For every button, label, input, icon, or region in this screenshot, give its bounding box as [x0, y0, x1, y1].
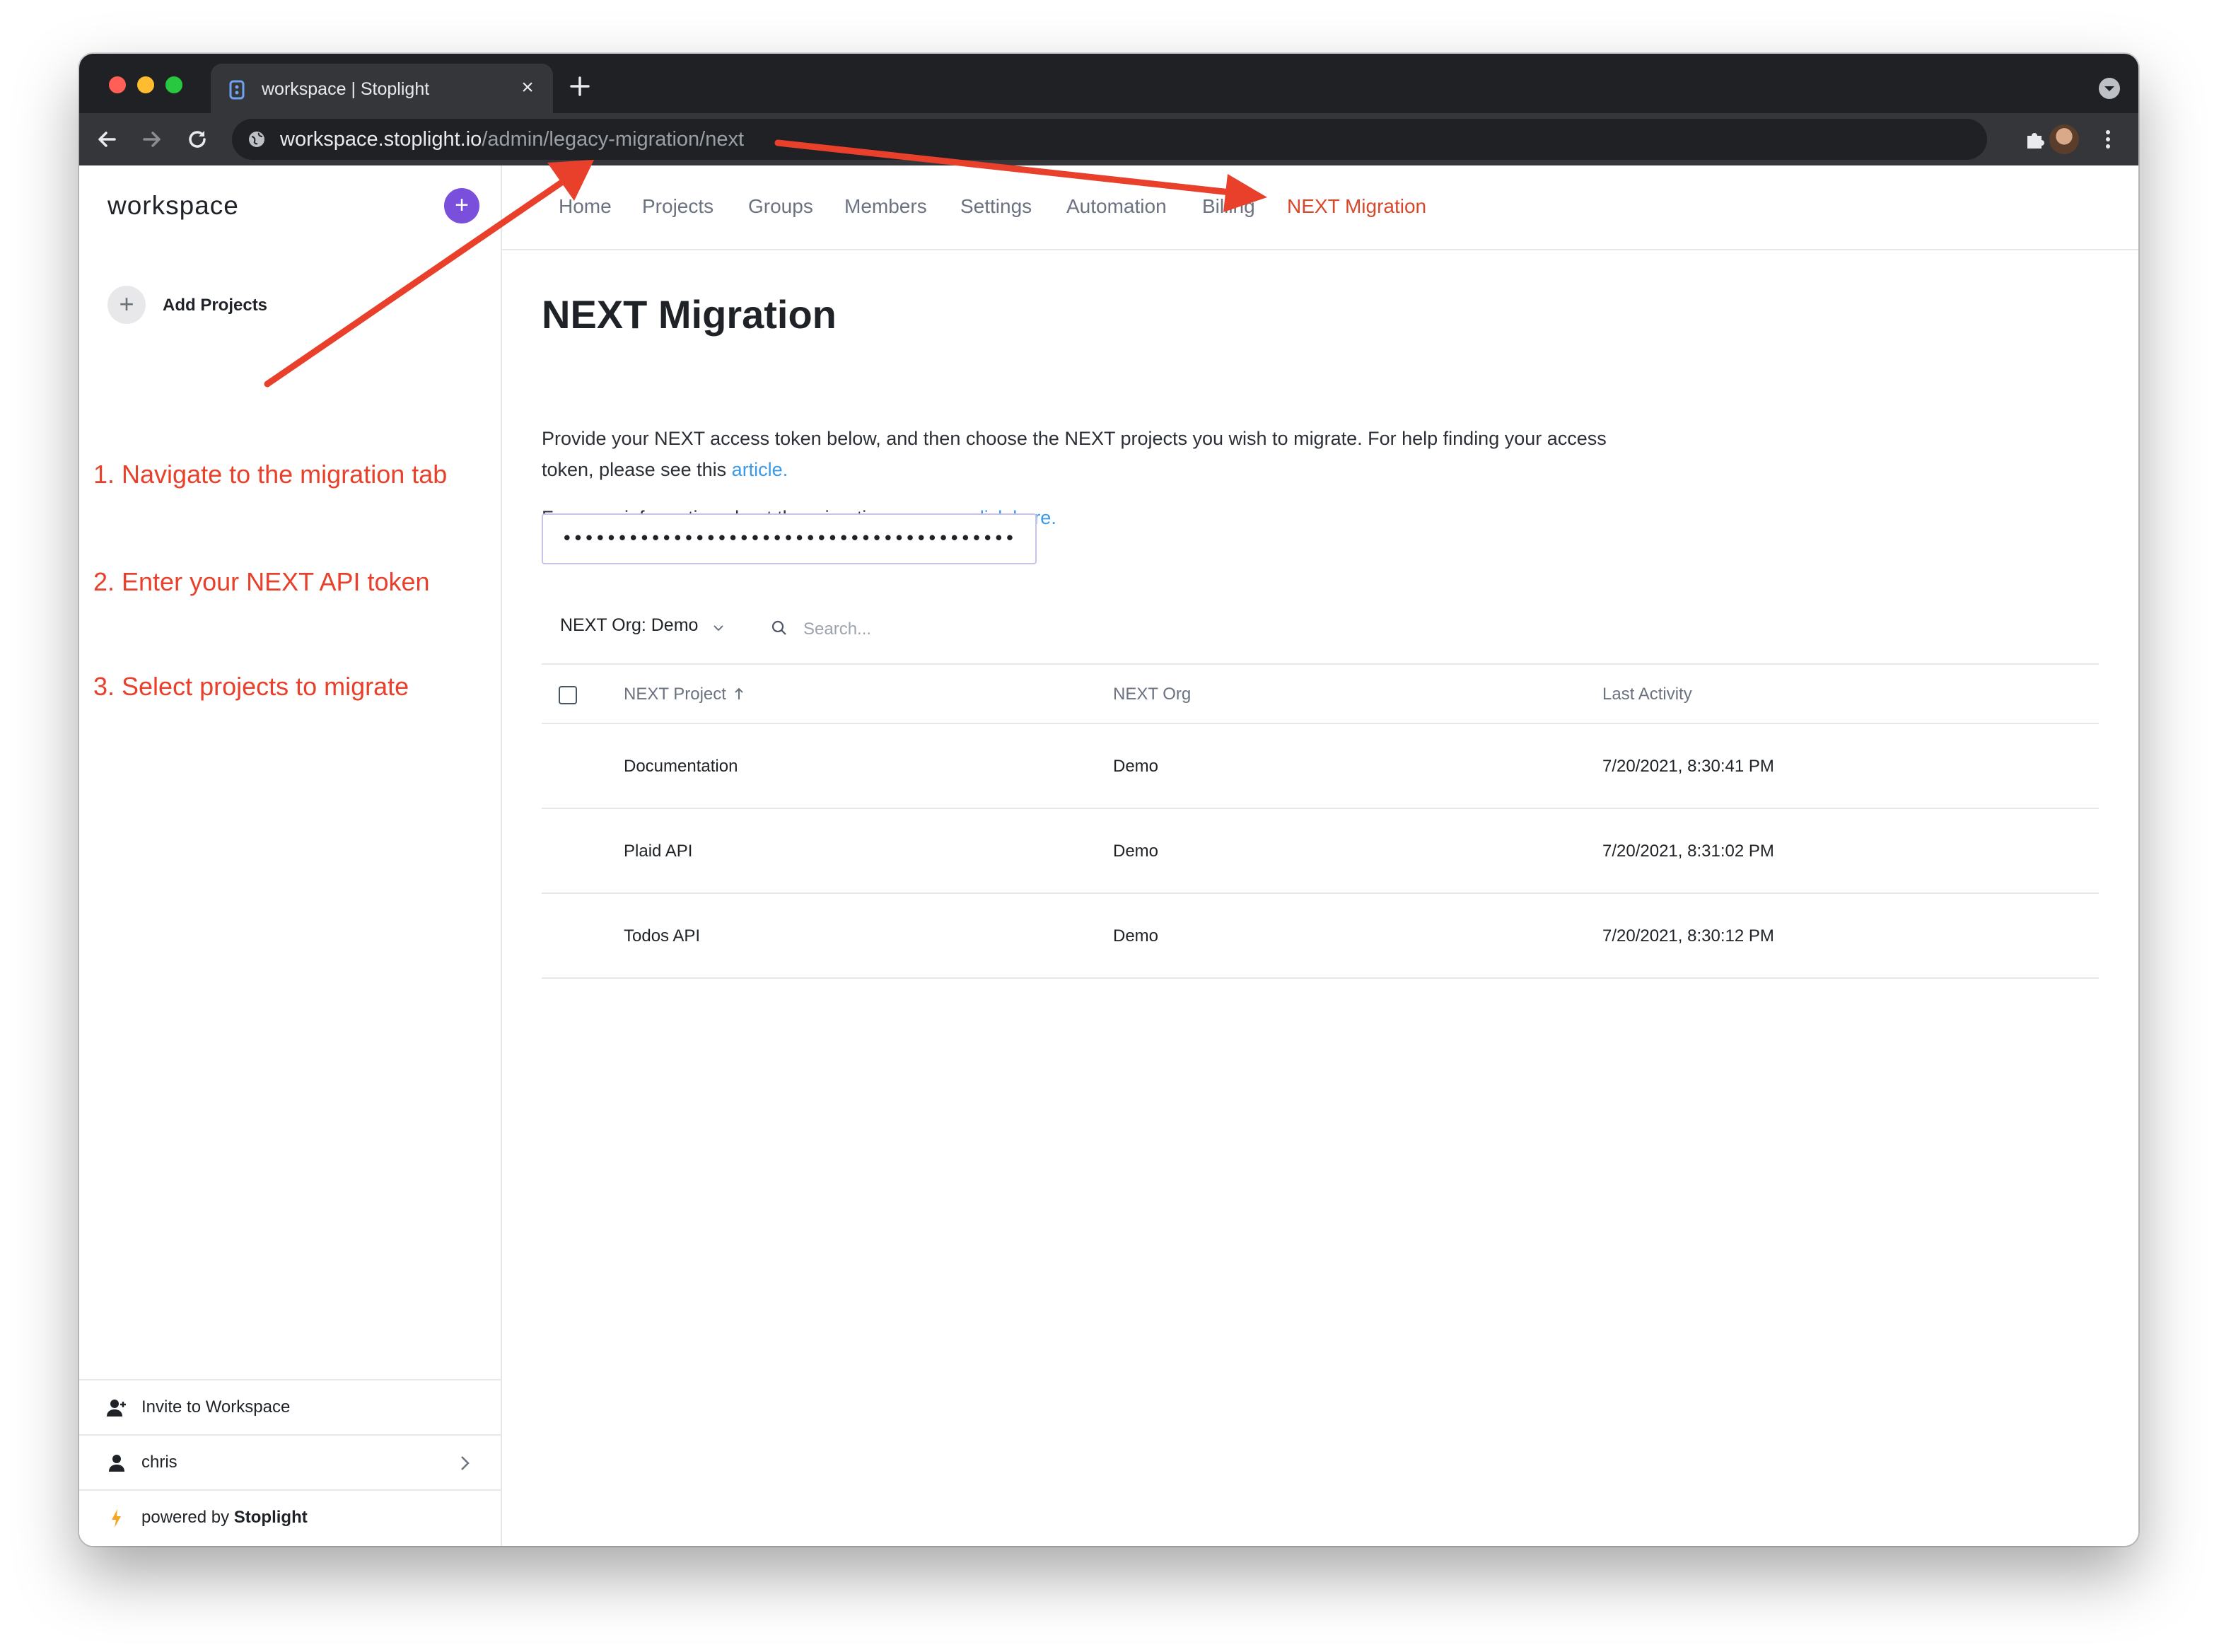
chevron-down-icon [714, 625, 723, 632]
url-path: /admin/legacy-migration/next [482, 128, 745, 151]
select-all-checkbox[interactable] [559, 686, 577, 704]
annotation-step-1: 1. Navigate to the migration tab [93, 460, 448, 489]
search-icon [771, 620, 786, 635]
table-header-row: NEXT Project NEXT Org Last Activity [542, 663, 2099, 724]
project-org: Demo [1113, 926, 1159, 946]
user-menu-button[interactable]: chris [79, 1434, 501, 1489]
project-last-activity: 7/20/2021, 8:30:41 PM [1602, 757, 1774, 776]
browser-window: workspace | Stoplight × workspace.stopli… [79, 54, 2138, 1546]
org-filter-label: NEXT Org: Demo [560, 615, 699, 635]
tab-settings[interactable]: Settings [960, 195, 1032, 218]
workspace-name: workspace [107, 191, 239, 220]
tab-close-icon[interactable]: × [515, 75, 540, 100]
invite-to-workspace-button[interactable]: Invite to Workspace [79, 1379, 501, 1434]
project-search[interactable] [771, 615, 1054, 644]
tab-search-chevron-icon[interactable] [2099, 78, 2120, 99]
powered-by-text: powered by Stoplight [141, 1508, 308, 1528]
project-name: Documentation [624, 757, 738, 776]
intro-text: Provide your NEXT access token below, an… [542, 428, 1607, 480]
search-input[interactable] [803, 615, 1044, 644]
tab-groups[interactable]: Groups [748, 195, 813, 218]
url-text: workspace.stoplight.io/admin/legacy-migr… [280, 128, 744, 151]
api-token-input[interactable] [542, 513, 1037, 564]
reload-icon[interactable] [184, 126, 211, 153]
column-header-project[interactable]: NEXT Project [624, 685, 745, 704]
address-bar[interactable]: workspace.stoplight.io/admin/legacy-migr… [232, 119, 1987, 160]
tab-home[interactable]: Home [559, 195, 612, 218]
tab-automation[interactable]: Automation [1066, 195, 1167, 218]
browser-tab-strip: workspace | Stoplight × [79, 54, 2138, 113]
profile-avatar[interactable] [2049, 124, 2079, 154]
stoplight-favicon-icon [229, 80, 245, 100]
projects-table: NEXT Project NEXT Org Last Activity Docu… [542, 663, 2099, 979]
project-name: Todos API [624, 926, 701, 946]
browser-toolbar: workspace.stoplight.io/admin/legacy-migr… [79, 113, 2138, 165]
top-nav: Home Projects Groups Members Settings Au… [502, 165, 2138, 250]
minimize-window-button[interactable] [137, 76, 154, 93]
tab-next-migration[interactable]: NEXT Migration [1287, 195, 1426, 218]
project-org: Demo [1113, 842, 1159, 861]
column-header-last-activity[interactable]: Last Activity [1602, 685, 1692, 704]
sidebar: workspace + + Add Projects 1. Navigate t… [79, 165, 502, 1546]
tab-projects[interactable]: Projects [642, 195, 714, 218]
tab-members[interactable]: Members [844, 195, 927, 218]
tab-title: workspace | Stoplight [262, 79, 430, 99]
back-arrow-icon[interactable] [93, 126, 120, 153]
table-row[interactable]: Plaid API Demo 7/20/2021, 8:31:02 PM [542, 809, 2099, 894]
page-title: NEXT Migration [542, 292, 837, 337]
org-filter-dropdown[interactable]: NEXT Org: Demo [560, 615, 726, 644]
user-icon [109, 1455, 124, 1472]
powered-by-footer[interactable]: powered by Stoplight [79, 1489, 501, 1545]
add-button[interactable]: + [444, 188, 479, 223]
app-content: workspace + + Add Projects 1. Navigate t… [79, 165, 2138, 1546]
column-header-project-label: NEXT Project [624, 685, 726, 704]
tab-billing[interactable]: Billing [1202, 195, 1255, 218]
zoom-window-button[interactable] [165, 76, 182, 93]
table-row[interactable]: Todos API Demo 7/20/2021, 8:30:12 PM [542, 894, 2099, 979]
project-last-activity: 7/20/2021, 8:31:02 PM [1602, 842, 1774, 861]
globe-icon [249, 132, 264, 147]
project-org: Demo [1113, 757, 1159, 776]
add-user-icon [107, 1400, 126, 1417]
column-header-org[interactable]: NEXT Org [1113, 685, 1191, 704]
powered-by-brand: Stoplight [233, 1508, 308, 1527]
close-window-button[interactable] [109, 76, 126, 93]
powered-by-prefix: powered by [141, 1508, 234, 1527]
invite-label: Invite to Workspace [141, 1397, 291, 1417]
chevron-right-icon [461, 1456, 470, 1470]
annotation-step-2: 2. Enter your NEXT API token [93, 567, 430, 596]
project-last-activity: 7/20/2021, 8:30:12 PM [1602, 926, 1774, 946]
extensions-puzzle-icon[interactable] [2021, 126, 2048, 153]
table-row[interactable]: Documentation Demo 7/20/2021, 8:30:41 PM [542, 724, 2099, 809]
new-tab-plus-icon[interactable] [567, 74, 593, 99]
add-projects-label: Add Projects [163, 296, 268, 315]
browser-tab-active[interactable]: workspace | Stoplight × [211, 64, 553, 113]
more-options-icon[interactable] [2095, 126, 2121, 153]
sort-ascending-arrow-icon [735, 687, 743, 699]
add-projects-button[interactable]: + Add Projects [107, 286, 320, 325]
main-panel: Home Projects Groups Members Settings Au… [502, 165, 2138, 1546]
annotation-step-3: 3. Select projects to migrate [93, 672, 409, 701]
url-host: workspace.stoplight.io [280, 128, 482, 151]
article-link[interactable]: article. [732, 459, 788, 480]
plus-icon: + [107, 286, 146, 324]
project-name: Plaid API [624, 842, 693, 861]
intro-paragraph: Provide your NEXT access token below, an… [542, 423, 1645, 485]
user-name: chris [141, 1453, 177, 1472]
lightning-bolt-icon [112, 1509, 121, 1528]
forward-arrow-icon[interactable] [139, 126, 165, 153]
